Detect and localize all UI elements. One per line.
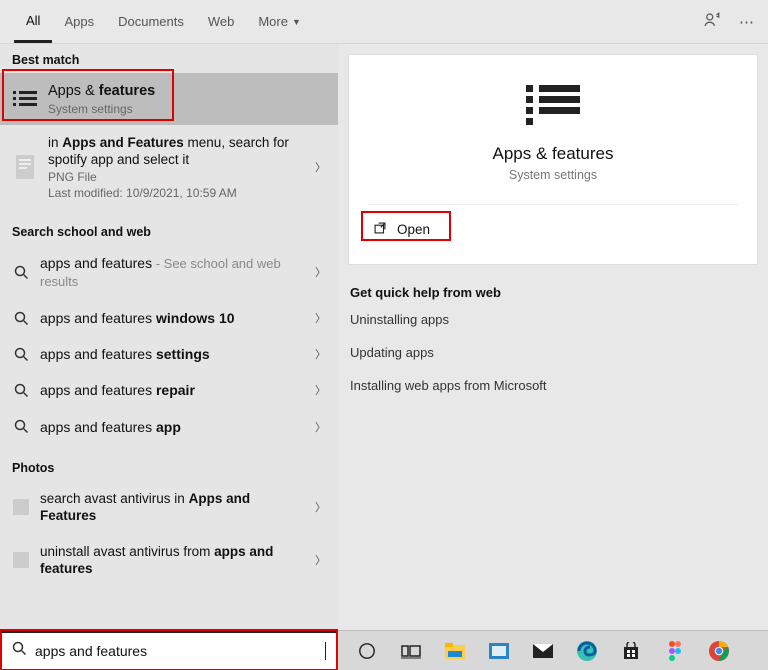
result-title: Apps & features [48, 82, 326, 101]
chevron-right-icon: 〉 [307, 382, 326, 398]
png-result-type: PNG File [48, 170, 307, 184]
search-box[interactable] [0, 631, 338, 670]
search-icon [12, 347, 30, 362]
search-icon [12, 641, 27, 661]
image-file-icon [12, 155, 38, 179]
settings-list-icon [526, 81, 580, 130]
taskbar-taskview-icon[interactable] [400, 640, 422, 662]
photo-result-text: search avast antivirus in Apps and Featu… [40, 490, 307, 525]
help-heading: Get quick help from web [350, 285, 756, 300]
chevron-right-icon: 〉 [307, 159, 326, 175]
photo-result-1[interactable]: search avast antivirus in Apps and Featu… [0, 481, 338, 534]
chevron-down-icon: ▼ [292, 17, 301, 27]
detail-panel: Apps & features System settings Open Get… [338, 44, 768, 630]
tab-documents[interactable]: Documents [106, 0, 196, 43]
search-icon [12, 311, 30, 326]
tab-apps[interactable]: Apps [52, 0, 106, 43]
search-tabs: All Apps Documents Web More ▼ ⋯ [0, 0, 768, 44]
taskbar-store-icon[interactable] [620, 640, 642, 662]
feedback-icon[interactable] [703, 11, 721, 33]
help-link-uninstall[interactable]: Uninstalling apps [350, 312, 756, 327]
search-icon [12, 383, 30, 398]
text-cursor [325, 642, 326, 660]
tab-all[interactable]: All [14, 0, 52, 43]
chevron-right-icon: 〉 [307, 499, 326, 515]
web-result-text: apps and features repair [40, 381, 307, 399]
open-icon [373, 221, 387, 238]
photo-result-2[interactable]: uninstall avast antivirus from apps and … [0, 534, 338, 587]
section-search-web: Search school and web [0, 209, 338, 245]
web-result-main[interactable]: apps and features - See school and web r… [0, 245, 338, 300]
photo-icon [12, 552, 30, 568]
tab-web[interactable]: Web [196, 0, 247, 43]
chevron-right-icon: 〉 [307, 552, 326, 568]
web-result-text: apps and features settings [40, 345, 307, 363]
search-icon [12, 265, 30, 280]
web-result-text: apps and features [40, 255, 152, 271]
tab-more[interactable]: More ▼ [246, 0, 313, 43]
taskbar [338, 640, 768, 662]
results-list: Best match Apps & features System settin… [0, 44, 338, 630]
search-input[interactable] [35, 643, 325, 659]
taskbar-edge-icon[interactable] [576, 640, 598, 662]
search-icon [12, 419, 30, 434]
taskbar-chrome-icon[interactable] [708, 640, 730, 662]
settings-list-icon [12, 89, 38, 109]
chevron-right-icon: 〉 [307, 264, 326, 280]
help-link-install-web[interactable]: Installing web apps from Microsoft [350, 378, 756, 393]
tab-more-label: More [258, 14, 288, 29]
taskbar-area [0, 630, 768, 670]
taskbar-mail-icon[interactable] [532, 640, 554, 662]
photo-icon [12, 499, 30, 515]
taskbar-screenshot-icon[interactable] [488, 640, 510, 662]
photo-result-text: uninstall avast antivirus from apps and … [40, 543, 307, 578]
more-options-icon[interactable]: ⋯ [739, 13, 754, 31]
open-label: Open [397, 222, 430, 237]
open-button[interactable]: Open [367, 219, 436, 240]
result-png-file[interactable]: in Apps and Features menu, search for sp… [0, 125, 338, 209]
taskbar-cortana-icon[interactable] [356, 640, 378, 662]
png-result-modified: Last modified: 10/9/2021, 10:59 AM [48, 186, 307, 200]
chevron-right-icon: 〉 [307, 310, 326, 326]
png-result-title: in Apps and Features menu, search for sp… [48, 134, 307, 169]
chevron-right-icon: 〉 [307, 419, 326, 435]
section-photos: Photos [0, 445, 338, 481]
result-subtitle: System settings [48, 102, 326, 116]
web-result-text: apps and features windows 10 [40, 309, 307, 327]
taskbar-figma-icon[interactable] [664, 640, 686, 662]
web-result-text: apps and features app [40, 418, 307, 436]
web-result-repair[interactable]: apps and features repair 〉 [0, 372, 338, 408]
taskbar-file-explorer-icon[interactable] [444, 640, 466, 662]
web-result-windows10[interactable]: apps and features windows 10 〉 [0, 300, 338, 336]
section-best-match: Best match [0, 44, 338, 73]
chevron-right-icon: 〉 [307, 346, 326, 362]
web-result-settings[interactable]: apps and features settings 〉 [0, 336, 338, 372]
web-result-app[interactable]: apps and features app 〉 [0, 409, 338, 445]
help-link-update[interactable]: Updating apps [350, 345, 756, 360]
result-apps-and-features[interactable]: Apps & features System settings [0, 73, 338, 125]
detail-subtitle: System settings [509, 168, 597, 182]
detail-title: Apps & features [493, 144, 614, 164]
